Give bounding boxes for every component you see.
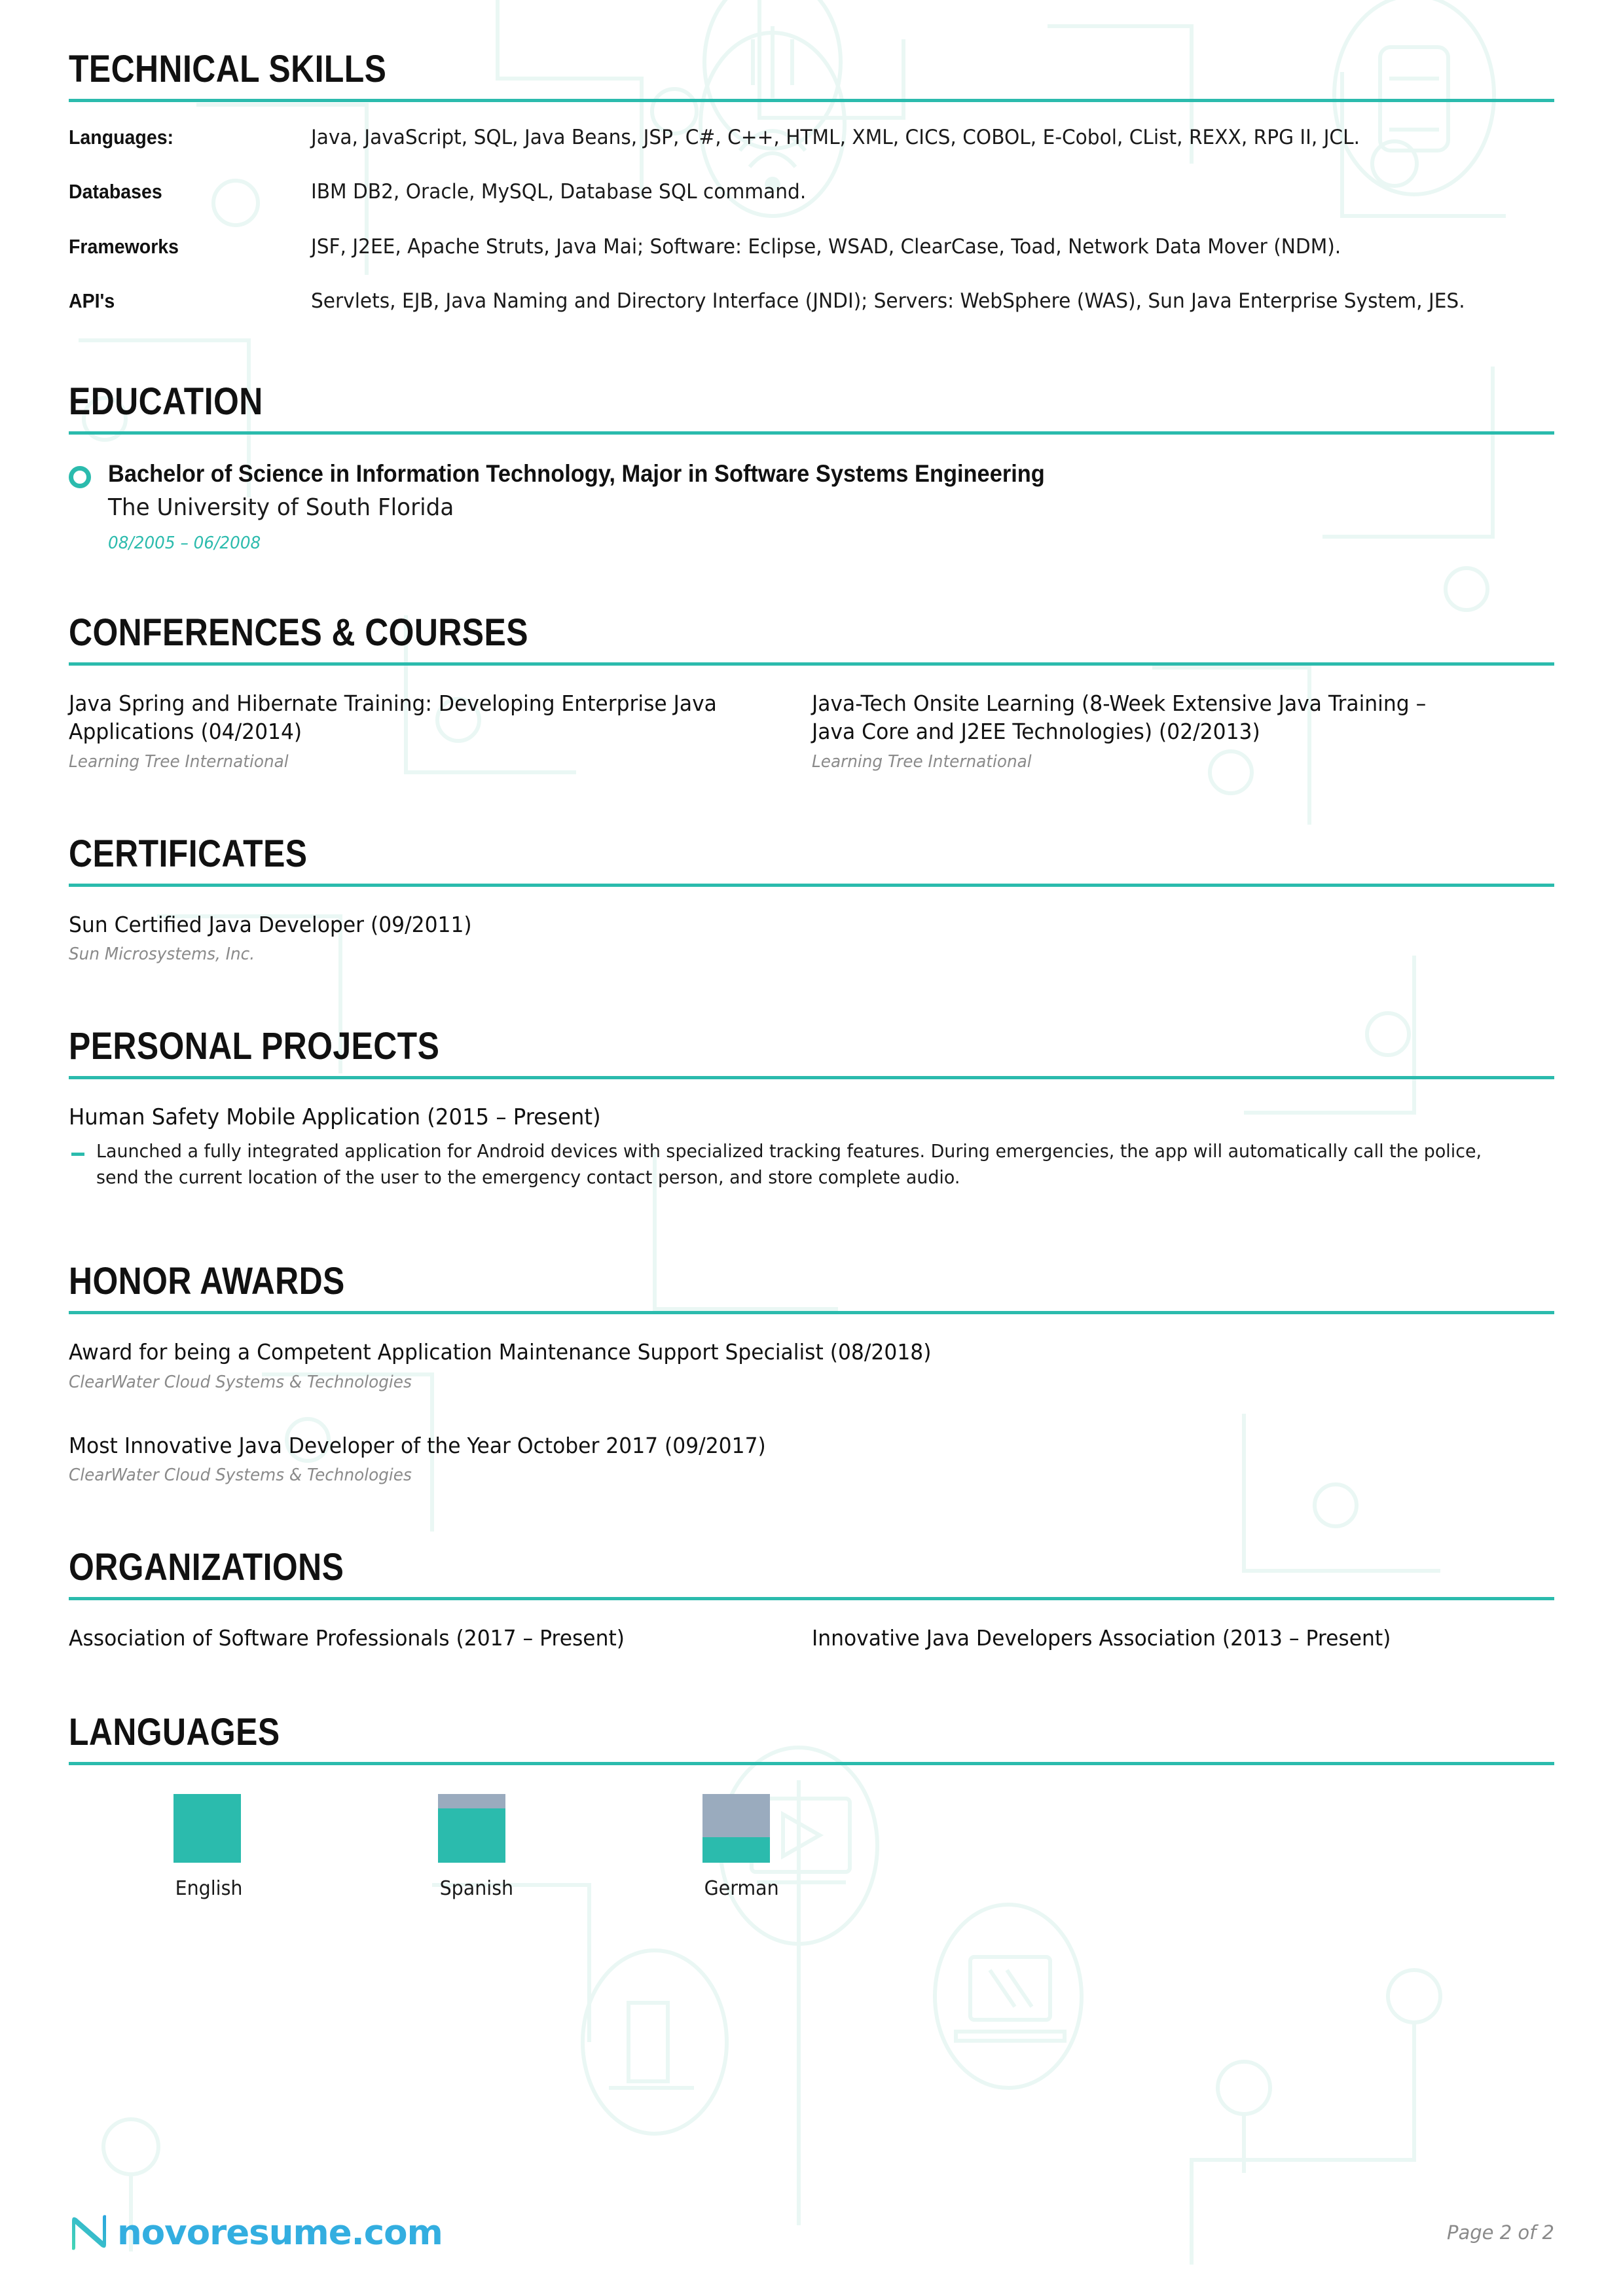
- page-footer: novoresume.com Page 2 of 2: [69, 2212, 1554, 2253]
- list-item: Java Spring and Hibernate Training: Deve…: [69, 689, 812, 774]
- conference-provider: Learning Tree International: [69, 752, 289, 772]
- project-title: Human Safety Mobile Application (2015 – …: [69, 1103, 601, 1130]
- list-item: Association of Software Professionals (2…: [69, 1624, 812, 1653]
- novoresume-logo[interactable]: novoresume.com: [69, 2212, 443, 2253]
- language-level-fill: [702, 1837, 770, 1863]
- skill-value: IBM DB2, Oracle, MySQL, Database SQL com…: [311, 180, 807, 204]
- section-heading-education: EDUCATION: [69, 380, 263, 423]
- section-divider: [69, 1761, 1554, 1765]
- table-row: Databases IBM DB2, Oracle, MySQL, Databa…: [69, 179, 1554, 206]
- skill-label: Databases: [69, 180, 162, 204]
- award-title: Award for being a Competent Application …: [69, 1339, 932, 1365]
- organization-title: Innovative Java Developers Association (…: [812, 1624, 1391, 1651]
- award-issuer: ClearWater Cloud Systems & Technologies: [69, 1465, 412, 1486]
- section-divider: [69, 1596, 1554, 1600]
- certificates-list: Sun Certified Java Developer (09/2011) S…: [69, 910, 1554, 967]
- skills-table: Languages: Java, JavaScript, SQL, Java B…: [69, 124, 1554, 315]
- section-divider: [69, 883, 1554, 887]
- list-item: Most Innovative Java Developer of the Ye…: [69, 1431, 1554, 1488]
- list-item: Innovative Java Developers Association (…: [812, 1624, 1555, 1653]
- section-divider: [69, 98, 1554, 102]
- project-description: Launched a fully integrated application …: [96, 1139, 1482, 1188]
- list-item: German: [702, 1793, 967, 1900]
- list-item: English: [173, 1793, 438, 1900]
- section-heading-certificates: CERTIFICATES: [69, 832, 308, 875]
- conferences-list: Java Spring and Hibernate Training: Deve…: [69, 689, 1554, 774]
- organization-title: Association of Software Professionals (2…: [69, 1624, 625, 1651]
- page-number: Page 2 of 2: [1446, 2221, 1554, 2244]
- section-heading-honor-awards: HONOR AWARDS: [69, 1260, 345, 1303]
- section-personal-projects: PERSONAL PROJECTS Human Safety Mobile Ap…: [69, 1024, 1554, 1191]
- section-heading-conferences-courses: CONFERENCES & COURSES: [69, 611, 528, 654]
- section-divider: [69, 662, 1554, 666]
- section-divider: [69, 1075, 1554, 1079]
- project-entry: Human Safety Mobile Application (2015 – …: [69, 1103, 1554, 1191]
- list-item: Award for being a Competent Application …: [69, 1338, 1554, 1394]
- conference-provider: Learning Tree International: [812, 752, 1032, 772]
- language-level-fill: [438, 1808, 505, 1863]
- section-heading-technical-skills: TECHNICAL SKILLS: [69, 48, 387, 90]
- section-divider: [69, 431, 1554, 435]
- education-dates: 08/2005 – 06/2008: [108, 533, 261, 553]
- section-heading-personal-projects: PERSONAL PROJECTS: [69, 1024, 440, 1067]
- languages-list: English Spanish German: [69, 1793, 1554, 1900]
- table-row: Frameworks JSF, J2EE, Apache Struts, Jav…: [69, 234, 1554, 261]
- skill-label: Languages:: [69, 125, 174, 149]
- skill-label: API's: [69, 289, 115, 313]
- table-row: API's Servlets, EJB, Java Naming and Dir…: [69, 288, 1554, 315]
- resume-page: TECHNICAL SKILLS Languages: Java, JavaSc…: [0, 0, 1623, 2296]
- section-honor-awards: HONOR AWARDS Award for being a Competent…: [69, 1262, 1554, 1487]
- education-entry: Bachelor of Science in Information Techn…: [69, 458, 1554, 553]
- skill-value: Servlets, EJB, Java Naming and Directory…: [311, 289, 1465, 314]
- skill-value: Java, JavaScript, SQL, Java Beans, JSP, …: [311, 125, 1360, 149]
- list-item: Spanish: [438, 1793, 702, 1900]
- language-level-bar: [702, 1793, 770, 1863]
- language-name: German: [704, 1876, 779, 1900]
- dash-bullet-icon: [71, 1152, 84, 1156]
- skill-value: JSF, J2EE, Apache Struts, Java Mai; Soft…: [311, 234, 1341, 259]
- language-level-bar: [438, 1793, 505, 1863]
- section-languages: LANGUAGES English Spanish German: [69, 1710, 1554, 1900]
- education-school: The University of South Florida: [108, 494, 454, 521]
- organizations-list: Association of Software Professionals (2…: [69, 1624, 1554, 1653]
- section-organizations: ORGANIZATIONS Association of Software Pr…: [69, 1545, 1554, 1653]
- conference-title: Java-Tech Onsite Learning (8-Week Extens…: [812, 690, 1427, 745]
- section-technical-skills: TECHNICAL SKILLS Languages: Java, JavaSc…: [69, 48, 1554, 315]
- certificate-title: Sun Certified Java Developer (09/2011): [69, 911, 472, 937]
- section-heading-languages: LANGUAGES: [69, 1710, 280, 1753]
- section-education: EDUCATION Bachelor of Science in Informa…: [69, 382, 1554, 553]
- language-level-fill: [173, 1793, 241, 1863]
- language-level-bar: [173, 1793, 241, 1863]
- novoresume-logo-text: novoresume.com: [117, 2212, 443, 2253]
- novoresume-n-icon: [72, 2215, 106, 2250]
- project-bullet-row: Launched a fully integrated application …: [69, 1138, 1554, 1191]
- list-item: Java-Tech Onsite Learning (8-Week Extens…: [812, 689, 1555, 774]
- section-divider: [69, 1311, 1554, 1315]
- language-name: English: [175, 1876, 243, 1900]
- certificate-issuer: Sun Microsystems, Inc.: [69, 944, 255, 965]
- award-issuer: ClearWater Cloud Systems & Technologies: [69, 1372, 412, 1393]
- section-certificates: CERTIFICATES Sun Certified Java Develope…: [69, 834, 1554, 967]
- award-title: Most Innovative Java Developer of the Ye…: [69, 1432, 766, 1458]
- skill-label: Frameworks: [69, 234, 179, 258]
- education-degree: Bachelor of Science in Information Techn…: [108, 459, 1045, 487]
- list-item: Sun Certified Java Developer (09/2011) S…: [69, 910, 1554, 967]
- section-heading-organizations: ORGANIZATIONS: [69, 1545, 344, 1588]
- language-name: Spanish: [439, 1876, 514, 1900]
- conference-title: Java Spring and Hibernate Training: Deve…: [69, 690, 717, 745]
- table-row: Languages: Java, JavaScript, SQL, Java B…: [69, 124, 1554, 152]
- section-conferences-courses: CONFERENCES & COURSES Java Spring and Hi…: [69, 613, 1554, 774]
- awards-list: Award for being a Competent Application …: [69, 1338, 1554, 1488]
- ring-bullet-icon: [69, 465, 91, 488]
